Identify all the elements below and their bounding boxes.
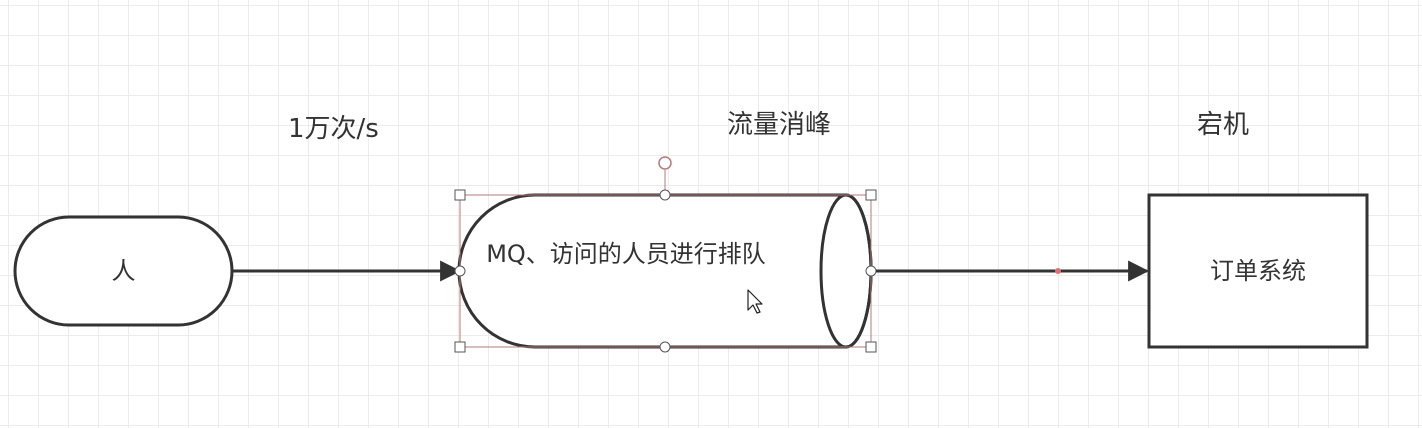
diagram-svg	[13, 156, 1369, 353]
order-system-node-label: 订单系统	[1210, 257, 1306, 285]
diagram-canvas[interactable]: 1万次/s 流量消峰 宕机 人 MQ、访问的人员进行排队 订单系统	[0, 0, 1422, 428]
mq-role-label[interactable]: 流量消峰	[727, 104, 831, 141]
resize-handle-top-left[interactable]	[454, 189, 466, 201]
resize-handle-top[interactable]	[659, 189, 671, 201]
resize-handle-right[interactable]	[865, 265, 877, 277]
edge-waypoint[interactable]	[1055, 268, 1061, 274]
resize-handle-left[interactable]	[454, 265, 466, 277]
mq-node-label: MQ、访问的人员进行排队	[486, 240, 766, 268]
resize-handle-top-right[interactable]	[865, 189, 877, 201]
resize-handle-bottom[interactable]	[659, 341, 671, 353]
order-state-label[interactable]: 宕机	[1197, 104, 1249, 141]
mq-node-shape[interactable]	[457, 193, 873, 349]
rate-label[interactable]: 1万次/s	[288, 108, 379, 145]
rotate-handle[interactable]	[658, 156, 672, 170]
resize-handle-bottom-right[interactable]	[865, 341, 877, 353]
person-node-label: 人	[111, 257, 136, 285]
resize-handle-bottom-left[interactable]	[454, 341, 466, 353]
